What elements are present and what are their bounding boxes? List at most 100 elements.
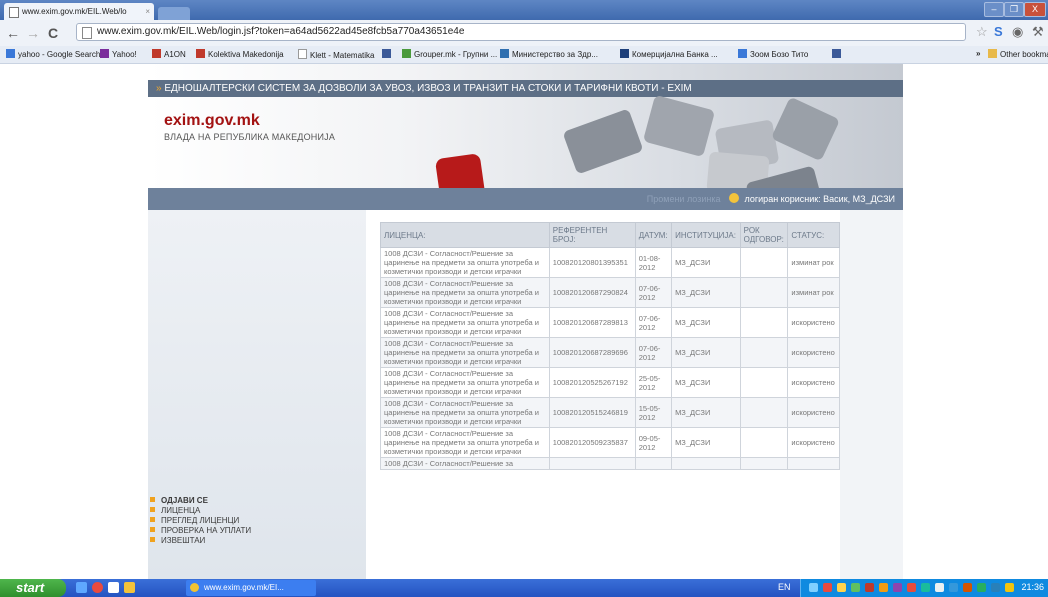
cell-license[interactable]: 1008 ДСЗИ - Согласност/Решение за царине… [380, 367, 550, 398]
tray-app-icon[interactable] [907, 583, 916, 592]
google-icon [6, 49, 15, 58]
bookmark-facebook[interactable] [382, 49, 394, 59]
wrench-icon[interactable]: ⚒ [1032, 24, 1044, 40]
table-row[interactable]: 1008 ДСЗИ - Согласност/Решение за царине… [380, 397, 840, 428]
tray-app-icon[interactable] [1005, 583, 1014, 592]
tray-app-icon[interactable] [879, 583, 888, 592]
desktop-icon[interactable] [108, 582, 119, 593]
eye-icon[interactable]: ◉ [1012, 24, 1023, 40]
cell-license[interactable]: 1008 ДСЗИ - Согласност/Решение за царине… [380, 397, 550, 428]
extension-icon[interactable]: S [994, 24, 1003, 39]
table-row[interactable]: 1008 ДСЗИ - Согласност/Решение за царине… [380, 337, 840, 368]
cell-status: искористено [787, 307, 840, 338]
address-url: www.exim.gov.mk/EIL.Web/login.jsf?token=… [97, 26, 465, 37]
nav-logout[interactable]: ОДЈАВИ СЕ [150, 496, 251, 506]
table-row[interactable]: 1008 ДСЗИ - Согласност/Решение за царине… [380, 307, 840, 338]
column-header-license[interactable]: ЛИЦЕНЦА: [380, 222, 550, 248]
chrome-icon[interactable] [92, 582, 103, 593]
tray-app-icon[interactable] [977, 583, 986, 592]
tray-app-icon[interactable] [949, 583, 958, 592]
minimize-button[interactable]: – [984, 2, 1004, 17]
bookmark-a1on[interactable]: A1ON [152, 49, 186, 59]
tray-app-icon[interactable] [991, 583, 1000, 592]
user-bar: Промени лозинка логиран корисник: Васик,… [148, 188, 903, 210]
puzzle-piece-graphic [770, 96, 841, 162]
column-header-reference[interactable]: РЕФЕРЕНТЕН БРОЈ: [548, 222, 636, 248]
column-header-institution[interactable]: ИНСТИТУЦИЈА: [671, 222, 741, 248]
network-icon[interactable] [809, 583, 818, 592]
bullet-icon [150, 517, 155, 522]
table-row[interactable]: 1008 ДСЗИ - Согласност/Решение за [380, 457, 840, 470]
other-bookmarks[interactable]: Other bookmarks [988, 49, 1048, 59]
new-tab-button[interactable] [158, 7, 190, 20]
start-button[interactable]: start [0, 579, 66, 597]
cell-license[interactable]: 1008 ДСЗИ - Согласност/Решение за царине… [380, 307, 550, 338]
cell-deadline [739, 247, 789, 278]
volume-icon[interactable] [935, 583, 944, 592]
nav-license-overview[interactable]: ПРЕГЛЕД ЛИЦЕНЦИ [150, 516, 251, 526]
bookmark-grouper[interactable]: Grouper.mk - Групни ... [402, 49, 497, 59]
nav-license[interactable]: ЛИЦЕНЦА [150, 506, 251, 516]
column-header-deadline[interactable]: РОК ОДГОВОР: [739, 222, 789, 248]
bookmark-klett[interactable]: Klett - Matematika [298, 49, 374, 60]
tray-app-icon[interactable] [963, 583, 972, 592]
ie-icon[interactable] [76, 582, 87, 593]
table-header-row: ЛИЦЕНЦА: РЕФЕРЕНТЕН БРОЈ: ДАТУМ: ИНСТИТУ… [380, 222, 840, 248]
bookmark-ministry[interactable]: Министерство за Здр... [500, 49, 598, 59]
bookmarks-overflow-button[interactable]: » [976, 49, 980, 58]
site-banner: » ЕДНОШАЛТЕРСКИ СИСТЕМ ЗА ДОЗВОЛИ ЗА УВО… [148, 64, 903, 188]
change-password-link[interactable]: Промени лозинка [647, 194, 721, 204]
reload-icon[interactable]: C [48, 25, 58, 41]
cell-license[interactable]: 1008 ДСЗИ - Согласност/Решение за [380, 457, 550, 470]
address-bar[interactable]: www.exim.gov.mk/EIL.Web/login.jsf?token=… [76, 23, 966, 41]
table-row[interactable]: 1008 ДСЗИ - Согласност/Решение за царине… [380, 247, 840, 278]
cell-date: 07-06-2012 [634, 277, 673, 308]
cell-date: 01-08-2012 [634, 247, 673, 278]
site-title[interactable]: exim.gov.mk [164, 112, 260, 130]
cell-license[interactable]: 1008 ДСЗИ - Согласност/Решение за царине… [380, 247, 550, 278]
cell-institution: МЗ_ДСЗИ [671, 307, 741, 338]
cell-license[interactable]: 1008 ДСЗИ - Согласност/Решение за царине… [380, 427, 550, 458]
table-row[interactable]: 1008 ДСЗИ - Согласност/Решение за царине… [380, 427, 840, 458]
back-arrow-icon[interactable]: ← [6, 25, 20, 41]
bookmark-facebook-2[interactable] [832, 49, 844, 59]
bookmark-bank[interactable]: Комерцијална Банка ... [620, 49, 718, 59]
browser-tab[interactable]: www.exim.gov.mk/EIL.Web/lo × [4, 3, 154, 20]
antivirus-icon[interactable] [823, 583, 832, 592]
taskbar-window-button[interactable]: www.exim.gov.mk/EI... [186, 580, 316, 596]
nav-reports[interactable]: ИЗВЕШТАИ [150, 536, 251, 546]
tray-app-icon[interactable] [865, 583, 874, 592]
close-window-button[interactable]: X [1024, 2, 1046, 17]
cell-reference: 100820120801395351 [548, 247, 636, 278]
bookmark-yahoo[interactable]: Yahoo! [100, 49, 137, 59]
right-panel [840, 210, 903, 579]
side-navigation: ОДЈАВИ СЕ ЛИЦЕНЦА ПРЕГЛЕД ЛИЦЕНЦИ ПРОВЕР… [150, 496, 251, 546]
cell-deadline [739, 397, 789, 428]
cell-license[interactable]: 1008 ДСЗИ - Согласност/Решение за царине… [380, 277, 550, 308]
tray-app-icon[interactable] [893, 583, 902, 592]
table-row[interactable]: 1008 ДСЗИ - Согласност/Решение за царине… [380, 277, 840, 308]
cell-deadline [739, 307, 789, 338]
star-icon[interactable]: ☆ [976, 24, 988, 40]
media-icon[interactable] [124, 582, 135, 593]
cell-date: 07-06-2012 [634, 337, 673, 368]
maximize-button[interactable]: ❐ [1004, 2, 1024, 17]
tray-app-icon[interactable] [921, 583, 930, 592]
cell-deadline [739, 337, 789, 368]
cell-reference: 100820120687290824 [548, 277, 636, 308]
column-header-status[interactable]: СТАТУС: [787, 222, 840, 248]
user-icon [729, 193, 739, 203]
bookmark-google[interactable]: yahoo - Google Search [6, 49, 100, 59]
column-header-date[interactable]: ДАТУМ: [634, 222, 673, 248]
license-table: ЛИЦЕНЦА: РЕФЕРЕНТЕН БРОЈ: ДАТУМ: ИНСТИТУ… [380, 222, 840, 470]
table-row[interactable]: 1008 ДСЗИ - Согласност/Решение за царине… [380, 367, 840, 398]
forward-arrow-icon[interactable]: → [26, 25, 40, 41]
tray-app-icon[interactable] [851, 583, 860, 592]
bookmark-kolektiva[interactable]: Kolektiva Makedonija [196, 49, 284, 59]
cell-license[interactable]: 1008 ДСЗИ - Согласност/Решение за царине… [380, 337, 550, 368]
nav-payment-check[interactable]: ПРОВЕРКА НА УПЛАТИ [150, 526, 251, 536]
shield-icon[interactable] [837, 583, 846, 592]
bookmark-zoom[interactable]: Зоом Бозо Тито [738, 49, 808, 59]
language-indicator[interactable]: EN [778, 582, 791, 592]
close-tab-icon[interactable]: × [145, 3, 150, 20]
